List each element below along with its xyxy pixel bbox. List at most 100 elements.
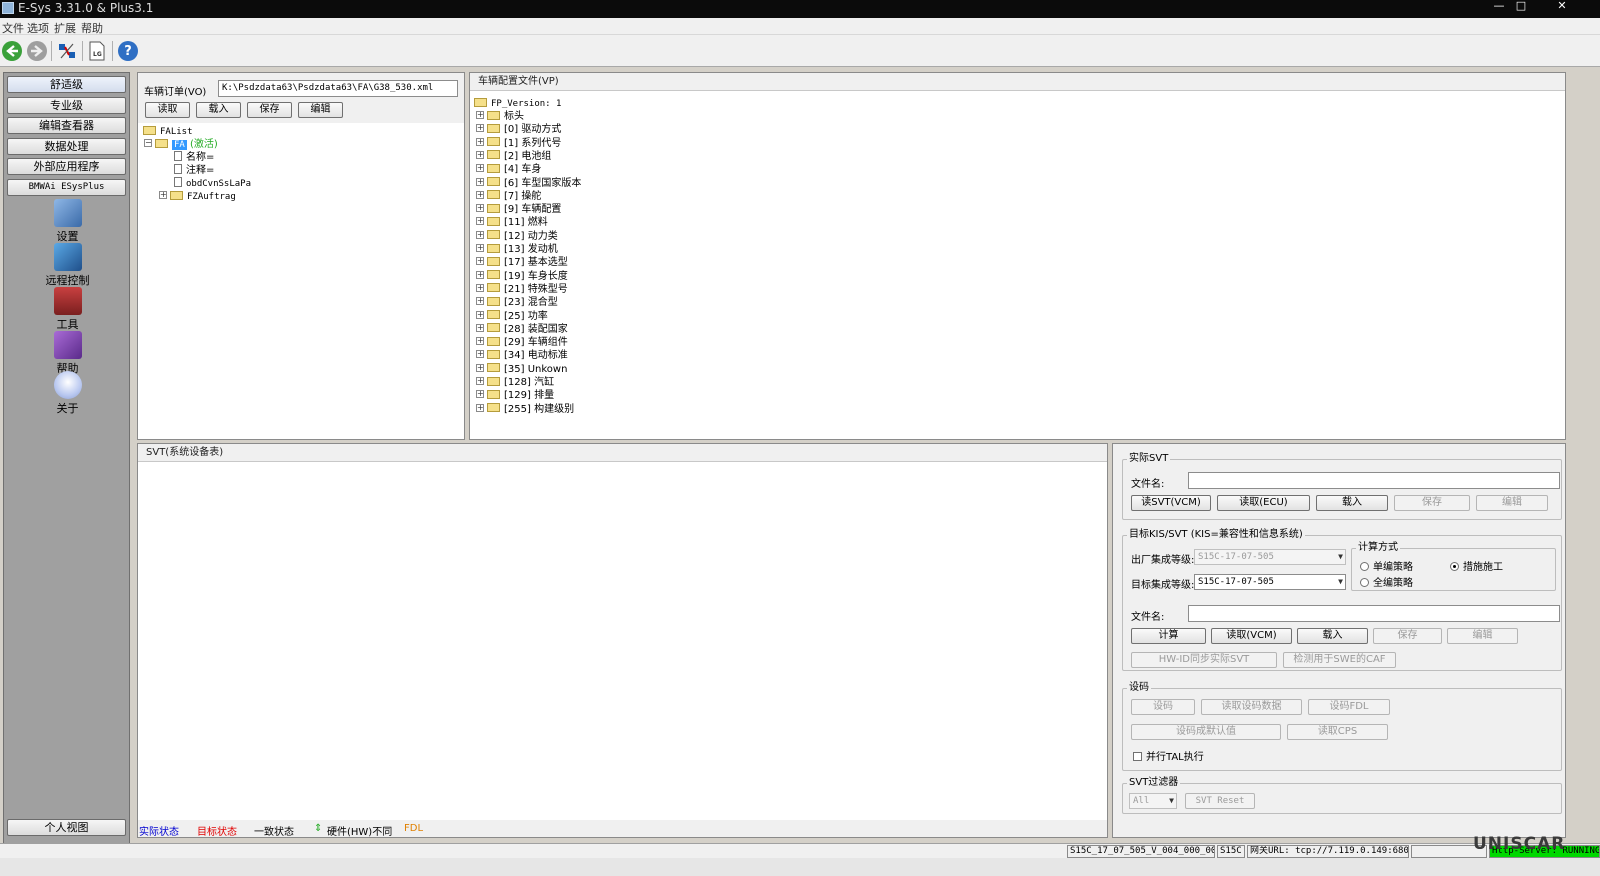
fp-tree-item[interactable]: + [34] 电动标准 [476, 349, 568, 362]
fp-tree-item[interactable]: + [129] 排量 [476, 389, 554, 402]
parallel-tal-checkbox[interactable]: 并行TAL执行 [1133, 748, 1204, 763]
tree-node-falist[interactable]: FAList [143, 125, 193, 138]
maximize-button[interactable]: □ [1510, 0, 1532, 14]
fp-tree-item[interactable]: + [7] 操舵 [476, 190, 541, 203]
sidebar-data-processing-button[interactable]: 数据处理 [7, 138, 126, 155]
expand-icon[interactable]: + [476, 337, 484, 346]
radio-single[interactable]: 单编策略 [1360, 558, 1413, 573]
menu-file[interactable]: 文件 [2, 20, 24, 36]
check-caf-button[interactable]: 检测用于SWE的CAF [1283, 652, 1396, 668]
actual-edit-button[interactable]: 编辑 [1476, 495, 1548, 511]
expand-icon[interactable]: + [476, 257, 484, 266]
fp-tree-item[interactable]: + [255] 构建级别 [476, 403, 574, 416]
svt-reset-button[interactable]: SVT Reset [1185, 793, 1255, 809]
tree-node-fa[interactable]: − FA (激活) [144, 138, 218, 151]
fp-tree-item[interactable]: + [17] 基本选型 [476, 256, 568, 269]
read-coding-data-button[interactable]: 读取设码数据 [1201, 699, 1302, 715]
expand-icon[interactable]: + [476, 204, 484, 213]
read-cps-button[interactable]: 读取CPS [1287, 724, 1388, 740]
fp-tree-item[interactable]: + [28] 装配国家 [476, 323, 568, 336]
fp-tree-item[interactable]: + [1] 系列代号 [476, 137, 561, 150]
expand-icon[interactable]: + [476, 164, 484, 173]
actual-save-button[interactable]: 保存 [1394, 495, 1470, 511]
connect-icon[interactable] [57, 41, 77, 61]
forward-icon[interactable] [27, 41, 47, 61]
menu-options[interactable]: 选项 [27, 20, 49, 36]
fp-tree-item[interactable]: + [29] 车辆组件 [476, 336, 568, 349]
collapse-icon[interactable]: − [144, 139, 152, 147]
fp-tree-item[interactable]: + [19] 车身长度 [476, 270, 568, 283]
target-file-input[interactable] [1188, 605, 1560, 622]
expand-icon[interactable]: + [476, 297, 484, 306]
expand-icon[interactable]: + [476, 350, 484, 359]
expand-icon[interactable]: + [476, 217, 484, 226]
actual-file-input[interactable] [1188, 472, 1560, 489]
target-load-button[interactable]: 载入 [1297, 628, 1368, 644]
fp-tree-item[interactable]: + [21] 特殊型号 [476, 283, 568, 296]
fp-tree-item[interactable]: + [6] 车型国家版本 [476, 177, 581, 190]
tree-node-obdcvn[interactable]: obdCvnSsLaPa [174, 177, 251, 190]
help-icon[interactable]: ? [118, 41, 138, 61]
radio-full[interactable]: 全编策略 [1360, 574, 1413, 589]
fp-tree-item[interactable]: + 标头 [476, 110, 524, 123]
fa-load-button[interactable]: 载入 [196, 102, 241, 118]
fp-tree-item[interactable]: + [12] 动力类 [476, 230, 558, 243]
expand-icon[interactable]: + [476, 270, 484, 279]
expand-icon[interactable]: + [476, 283, 484, 292]
read-svt-vcm-button[interactable]: 读SVT(VCM) [1131, 495, 1211, 511]
fp-tree-item[interactable]: + [35] Unkown [476, 363, 567, 376]
sidebar-tool-about[interactable]: 关于 [4, 371, 131, 416]
target-save-button[interactable]: 保存 [1373, 628, 1442, 644]
sidebar-tool-help[interactable]: 帮助 [4, 331, 131, 376]
target-edit-button[interactable]: 编辑 [1447, 628, 1518, 644]
expand-icon[interactable]: + [476, 310, 484, 319]
hw-id-sync-button[interactable]: HW-ID同步实际SVT [1131, 652, 1277, 668]
code-default-button[interactable]: 设码成默认值 [1131, 724, 1281, 740]
log-icon[interactable]: LG [87, 41, 107, 61]
expand-icon[interactable]: + [476, 137, 484, 146]
code-fdl-button[interactable]: 设码FDL [1308, 699, 1390, 715]
fp-tree-item[interactable]: + [4] 车身 [476, 163, 541, 176]
expand-icon[interactable]: + [476, 124, 484, 133]
expand-icon[interactable]: + [476, 377, 484, 385]
fp-tree-item[interactable]: + [128] 汽缸 [476, 376, 554, 389]
fa-save-button[interactable]: 保存 [247, 102, 292, 118]
factory-level-select[interactable]: S15C-17-07-505 ▼ [1194, 549, 1346, 565]
expand-icon[interactable]: + [476, 150, 484, 159]
code-button[interactable]: 设码 [1131, 699, 1195, 715]
svt-filter-select[interactable]: All ▼ [1129, 793, 1177, 809]
expand-icon[interactable]: + [476, 323, 484, 332]
tree-node-comment[interactable]: 注释= [174, 164, 214, 177]
close-button[interactable]: ✕ [1542, 0, 1582, 14]
fp-tree-item[interactable]: + [9] 车辆配置 [476, 203, 561, 216]
sidebar-tool-settings[interactable]: 设置 [4, 199, 131, 244]
fp-tree-item[interactable]: + [23] 混合型 [476, 296, 558, 309]
expand-icon[interactable]: + [476, 390, 484, 399]
back-icon[interactable] [2, 41, 22, 61]
fp-tree-item[interactable]: + [0] 驱动方式 [476, 123, 561, 136]
fp-tree-item[interactable]: + [11] 燃料 [476, 216, 548, 229]
personal-view-button[interactable]: 个人视图 [7, 819, 126, 836]
sidebar-editor-viewer-button[interactable]: 编辑查看器 [7, 117, 126, 134]
tree-node-name[interactable]: 名称= [174, 151, 214, 164]
target-level-select[interactable]: S15C-17-07-505 ▼ [1194, 574, 1346, 590]
fa-edit-button[interactable]: 编辑 [298, 102, 343, 118]
read-vcm-button[interactable]: 读取(VCM) [1211, 628, 1292, 644]
vehicle-order-path-field[interactable]: K:\Psdzdata63\Psdzdata63\FA\G38_530.xml [218, 80, 458, 97]
fp-tree-item[interactable]: + [25] 功率 [476, 310, 548, 323]
expand-icon[interactable]: + [476, 230, 484, 239]
sidebar-esysplus-button[interactable]: BMWAi ESysPlus [7, 179, 126, 196]
read-ecu-button[interactable]: 读取(ECU) [1217, 495, 1310, 511]
actual-load-button[interactable]: 载入 [1316, 495, 1388, 511]
sidebar-external-apps-button[interactable]: 外部应用程序 [7, 158, 126, 175]
fa-read-button[interactable]: 读取 [145, 102, 190, 118]
expand-icon[interactable]: + [476, 177, 484, 186]
expand-icon[interactable]: + [476, 363, 484, 372]
tree-node-fzauftrag[interactable]: + FZAuftrag [159, 190, 236, 203]
fp-tree-item[interactable]: + [2] 电池组 [476, 150, 551, 163]
calculate-button[interactable]: 计算 [1131, 628, 1206, 644]
fp-tree-item[interactable]: + [13] 发动机 [476, 243, 558, 256]
tree-node-fp-version[interactable]: FP_Version: 1 [474, 97, 561, 110]
expand-icon[interactable]: + [476, 190, 484, 199]
sidebar-expert-button[interactable]: 专业级 [7, 97, 126, 114]
